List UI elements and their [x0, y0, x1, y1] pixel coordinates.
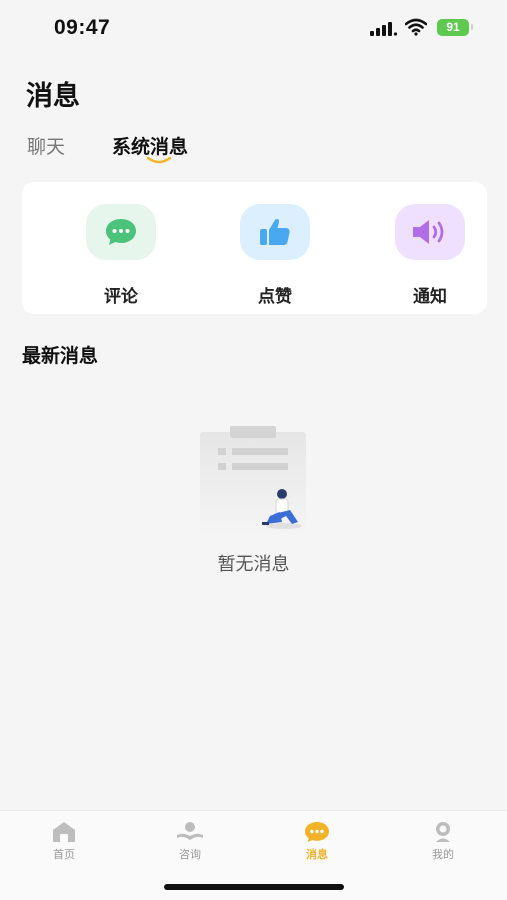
nav-label-home: 首页 [53, 848, 75, 861]
nav-label-messages: 消息 [306, 848, 328, 861]
category-like-label: 点赞 [258, 287, 292, 307]
nav-item-consult[interactable]: 咨询 [160, 821, 220, 871]
nav-item-messages[interactable]: 消息 [287, 821, 347, 871]
message-icon [305, 822, 329, 842]
empty-state-text: 暂无消息 [217, 554, 290, 575]
empty-inbox-illustration [200, 426, 306, 536]
page-title: 消息 [26, 81, 80, 112]
home-icon [53, 822, 75, 842]
home-indicator [164, 884, 344, 890]
speaker-icon [395, 204, 465, 260]
category-like[interactable]: 点赞 [239, 204, 311, 307]
chat-bubble-icon [86, 204, 156, 260]
nav-label-mine: 我的 [432, 848, 454, 861]
consult-icon [177, 822, 203, 840]
battery-indicator: 91 [437, 19, 473, 36]
category-comment[interactable]: 评论 [85, 204, 157, 307]
message-category-card: 评论 点赞 通知 [22, 182, 487, 314]
latest-messages-title: 最新消息 [22, 345, 99, 367]
nav-item-mine[interactable]: 我的 [413, 821, 473, 871]
profile-icon [436, 822, 450, 842]
category-notice[interactable]: 通知 [394, 204, 466, 307]
nav-item-home[interactable]: 首页 [34, 821, 94, 871]
tab-system-messages[interactable]: 系统消息 [112, 132, 188, 159]
category-notice-label: 通知 [413, 287, 447, 307]
thumbs-up-icon [240, 204, 310, 260]
category-comment-label: 评论 [104, 287, 138, 307]
nav-label-consult: 咨询 [179, 848, 201, 861]
signal-icon [370, 22, 398, 36]
wifi-icon [405, 18, 427, 36]
status-bar: 09:47 91 [0, 0, 507, 58]
active-tab-indicator [146, 156, 172, 164]
status-time: 09:47 [54, 16, 111, 39]
tab-chat[interactable]: 聊天 [27, 132, 65, 159]
